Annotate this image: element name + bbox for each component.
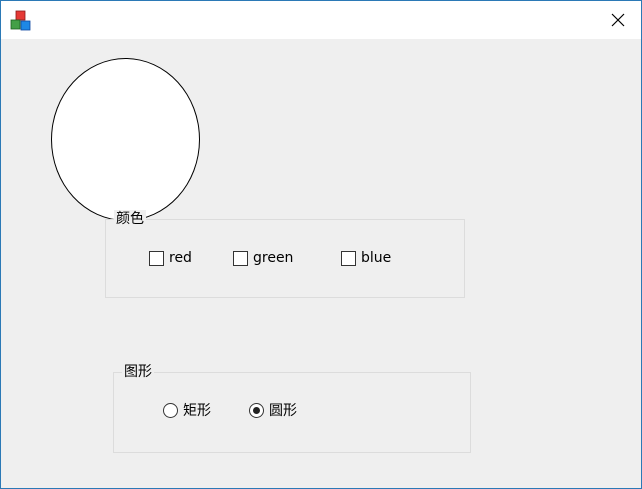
- checkbox-red[interactable]: red: [149, 248, 192, 268]
- close-button[interactable]: [595, 1, 641, 39]
- shape-groupbox: 图形 矩形 圆形: [113, 363, 471, 453]
- client-area: 颜色 red green blue 图形 矩形 圆形: [1, 39, 641, 488]
- checkbox-box[interactable]: [341, 250, 356, 266]
- radio-circle[interactable]: 圆形: [249, 400, 297, 420]
- radio-circle-label: 圆形: [269, 403, 297, 419]
- checkbox-box[interactable]: [149, 250, 164, 266]
- radio-circle-indicator[interactable]: [249, 402, 264, 418]
- checkbox-green-label: green: [253, 250, 294, 266]
- checkbox-blue-label: blue: [361, 250, 392, 266]
- radio-circle-indicator[interactable]: [163, 402, 178, 418]
- radio-rectangle-label: 矩形: [183, 403, 211, 419]
- color-group-label: 颜色: [114, 210, 146, 228]
- checkbox-box[interactable]: [233, 250, 248, 266]
- title-bar: [1, 1, 641, 39]
- drawn-circle: [51, 58, 200, 221]
- checkbox-green[interactable]: green: [233, 248, 293, 268]
- app-window: 颜色 red green blue 图形 矩形 圆形: [0, 0, 642, 489]
- checkbox-blue[interactable]: blue: [341, 248, 391, 268]
- radio-rectangle[interactable]: 矩形: [163, 400, 211, 420]
- shape-group-label: 图形: [122, 363, 154, 381]
- app-icon: [10, 10, 31, 31]
- color-groupbox: 颜色 red green blue: [105, 210, 465, 298]
- checkbox-red-label: red: [169, 250, 192, 266]
- close-icon: [611, 13, 625, 27]
